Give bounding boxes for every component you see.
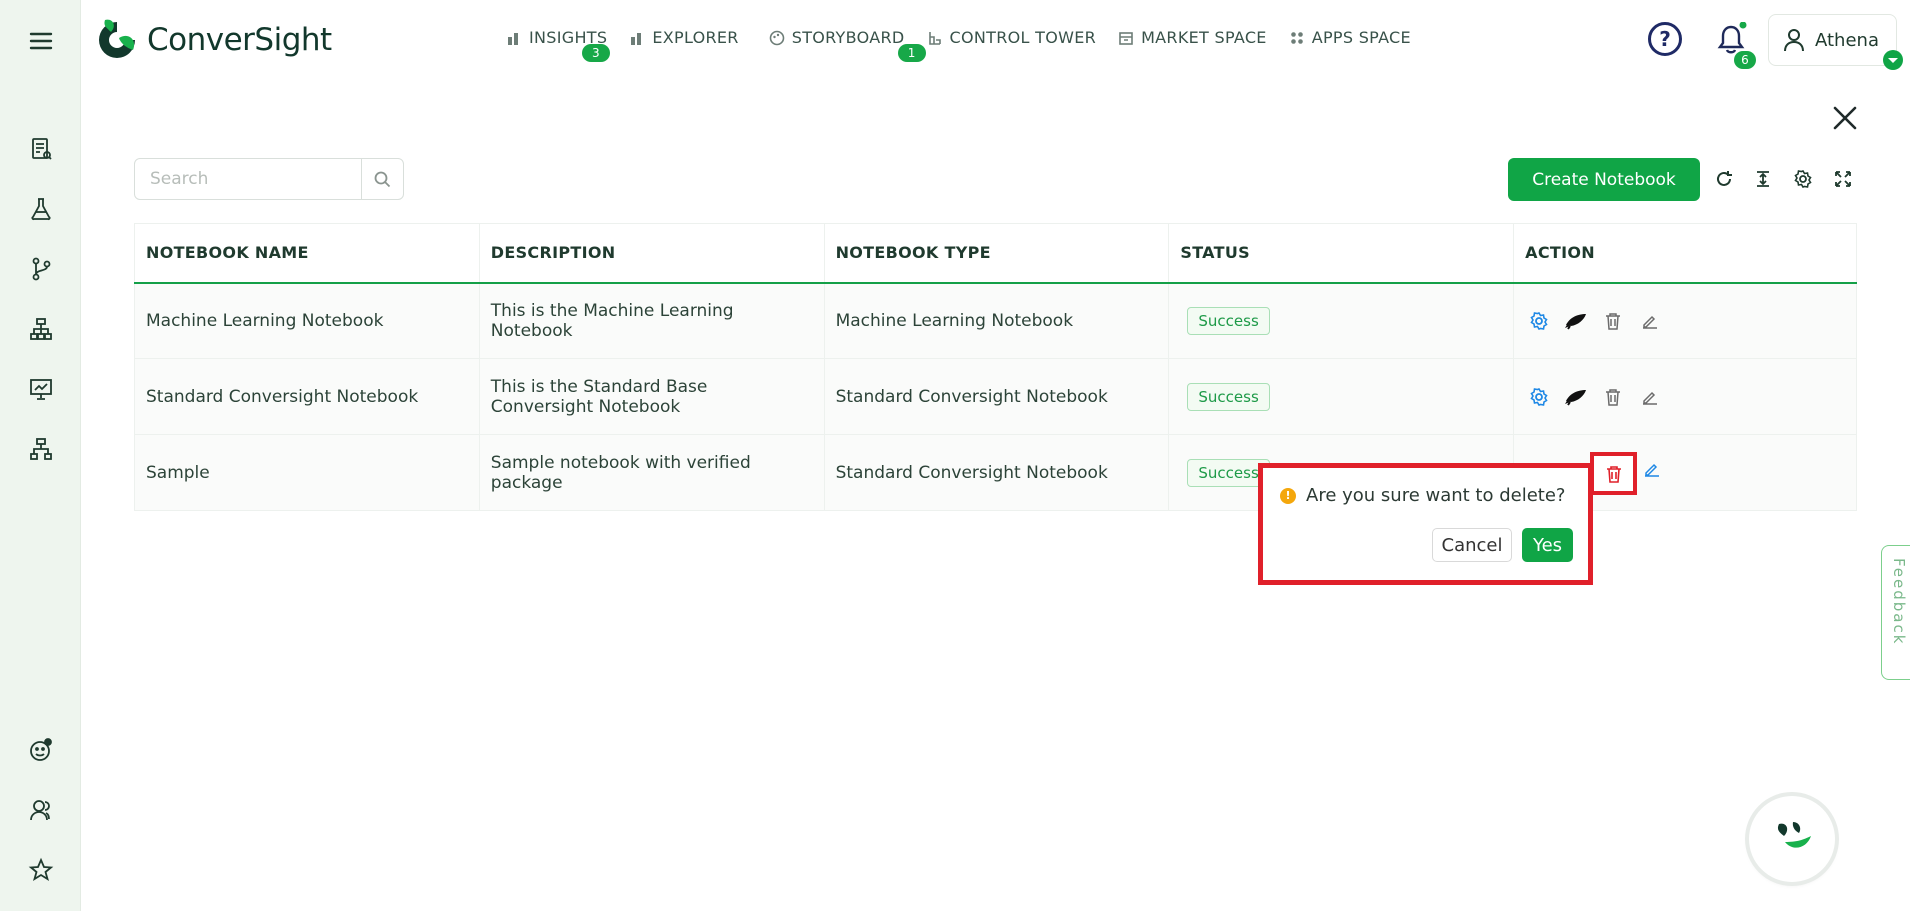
- cell-status: Success: [1168, 282, 1515, 359]
- status-badge: Success: [1187, 306, 1270, 335]
- main-nav: INSIGHTS 3 EXPLORER STORYBOARD 1 CONTROL…: [506, 28, 1437, 62]
- cell-type: Standard Conversight Notebook: [823, 434, 1170, 511]
- storyboard-badge: 1: [897, 44, 926, 62]
- cell-type: Machine Learning Notebook: [823, 282, 1170, 359]
- cell-name: Standard Conversight Notebook: [134, 358, 480, 435]
- nav-storyboard[interactable]: STORYBOARD 1: [769, 28, 926, 62]
- nav-market-space[interactable]: MARKET SPACE: [1118, 28, 1267, 47]
- users-icon[interactable]: [26, 795, 56, 825]
- delete-button-highlighted[interactable]: [1590, 452, 1637, 495]
- branch-icon[interactable]: [26, 254, 56, 284]
- flask-icon[interactable]: [26, 194, 56, 224]
- grid-icon: [1290, 31, 1303, 44]
- bar-chart-icon: [508, 32, 518, 45]
- bar-chart-icon: [631, 32, 642, 45]
- delete-confirm-popover: ! Are you sure want to delete? Cancel Ye…: [1258, 463, 1593, 585]
- report-icon[interactable]: [26, 134, 56, 164]
- cell-actions: [1513, 282, 1857, 359]
- nav-explorer[interactable]: EXPLORER: [629, 28, 738, 47]
- brand-logo[interactable]: ConverSight: [95, 18, 332, 62]
- search-icon: [374, 171, 391, 187]
- help-icon[interactable]: ?: [1648, 22, 1682, 56]
- cell-description: Sample notebook with verified package: [478, 434, 825, 511]
- user-icon: [1784, 29, 1804, 52]
- bot-face-icon[interactable]: [26, 735, 56, 765]
- tower-icon: [928, 31, 941, 45]
- nav-apps-space[interactable]: APPS SPACE: [1289, 28, 1411, 47]
- edit-icon[interactable]: [1643, 460, 1663, 482]
- status-badge: Success: [1187, 382, 1270, 411]
- nav-insights[interactable]: INSIGHTS 3: [506, 28, 610, 62]
- store-icon: [1119, 31, 1133, 45]
- user-name: Athena: [1815, 29, 1879, 51]
- chatbot-launcher[interactable]: [1749, 796, 1835, 882]
- notifications-button[interactable]: 6: [1714, 21, 1756, 69]
- top-bar: ConverSight INSIGHTS 3 EXPLORER STORYBOA…: [81, 0, 1910, 82]
- feedback-tab[interactable]: Feedback: [1881, 545, 1910, 680]
- network-icon[interactable]: [26, 434, 56, 464]
- cell-actions: [1513, 358, 1857, 435]
- configure-icon[interactable]: [1525, 383, 1553, 411]
- brand-name: ConverSight: [147, 22, 332, 58]
- warning-icon: !: [1280, 487, 1296, 504]
- search-input[interactable]: [135, 159, 361, 199]
- fullscreen-icon[interactable]: [1830, 166, 1856, 192]
- cell-name: Sample: [134, 434, 480, 511]
- edit-icon[interactable]: [1636, 307, 1664, 335]
- table-row: Machine Learning Notebook This is the Ma…: [134, 282, 1857, 359]
- col-notebook-type[interactable]: NOTEBOOK TYPE: [823, 223, 1170, 284]
- col-action: ACTION: [1513, 223, 1857, 284]
- cell-description: This is the Machine Learning Notebook: [478, 282, 825, 359]
- yes-button[interactable]: Yes: [1522, 528, 1573, 562]
- cell-description: This is the Standard Base Conversight No…: [478, 358, 825, 435]
- hierarchy-icon[interactable]: [26, 314, 56, 344]
- rocket-icon[interactable]: [1562, 307, 1590, 335]
- feedback-label: Feedback: [1890, 558, 1908, 646]
- table-header-row: NOTEBOOK NAME DESCRIPTION NOTEBOOK TYPE …: [134, 223, 1857, 284]
- notifications-badge: 6: [1734, 51, 1756, 69]
- presentation-icon[interactable]: [26, 374, 56, 404]
- settings-icon[interactable]: [1790, 166, 1816, 192]
- confirm-message: Are you sure want to delete?: [1306, 485, 1566, 506]
- star-icon[interactable]: [26, 855, 56, 885]
- chevron-down-icon[interactable]: [1882, 49, 1904, 71]
- col-description[interactable]: DESCRIPTION: [478, 223, 825, 284]
- create-notebook-button[interactable]: Create Notebook: [1508, 158, 1700, 201]
- delete-icon[interactable]: [1599, 307, 1627, 335]
- search-button[interactable]: [361, 159, 403, 199]
- table-row: Standard Conversight Notebook This is th…: [134, 358, 1857, 435]
- delete-icon: [1606, 465, 1621, 483]
- logo-mark-icon: [99, 19, 135, 58]
- column-height-icon[interactable]: [1750, 166, 1776, 192]
- user-menu[interactable]: Athena: [1768, 14, 1903, 70]
- refresh-icon[interactable]: [1711, 166, 1737, 192]
- delete-icon[interactable]: [1599, 383, 1627, 411]
- edit-icon[interactable]: [1636, 383, 1664, 411]
- cell-name: Machine Learning Notebook: [134, 282, 480, 359]
- cancel-button[interactable]: Cancel: [1432, 528, 1512, 562]
- chatbot-logo-icon: [1777, 822, 1811, 848]
- rocket-icon[interactable]: [1562, 383, 1590, 411]
- cell-type: Standard Conversight Notebook: [823, 358, 1170, 435]
- insights-badge: 3: [582, 44, 610, 62]
- close-icon[interactable]: [1830, 103, 1860, 133]
- col-status[interactable]: STATUS: [1168, 223, 1515, 284]
- cell-status: Success: [1168, 358, 1515, 435]
- col-notebook-name[interactable]: NOTEBOOK NAME: [134, 223, 480, 284]
- hamburger-menu-icon[interactable]: [26, 26, 56, 56]
- palette-icon: [769, 30, 785, 45]
- left-rail: [0, 0, 81, 911]
- search-box: [134, 158, 404, 200]
- configure-icon[interactable]: [1525, 307, 1553, 335]
- nav-control-tower[interactable]: CONTROL TOWER: [927, 28, 1097, 47]
